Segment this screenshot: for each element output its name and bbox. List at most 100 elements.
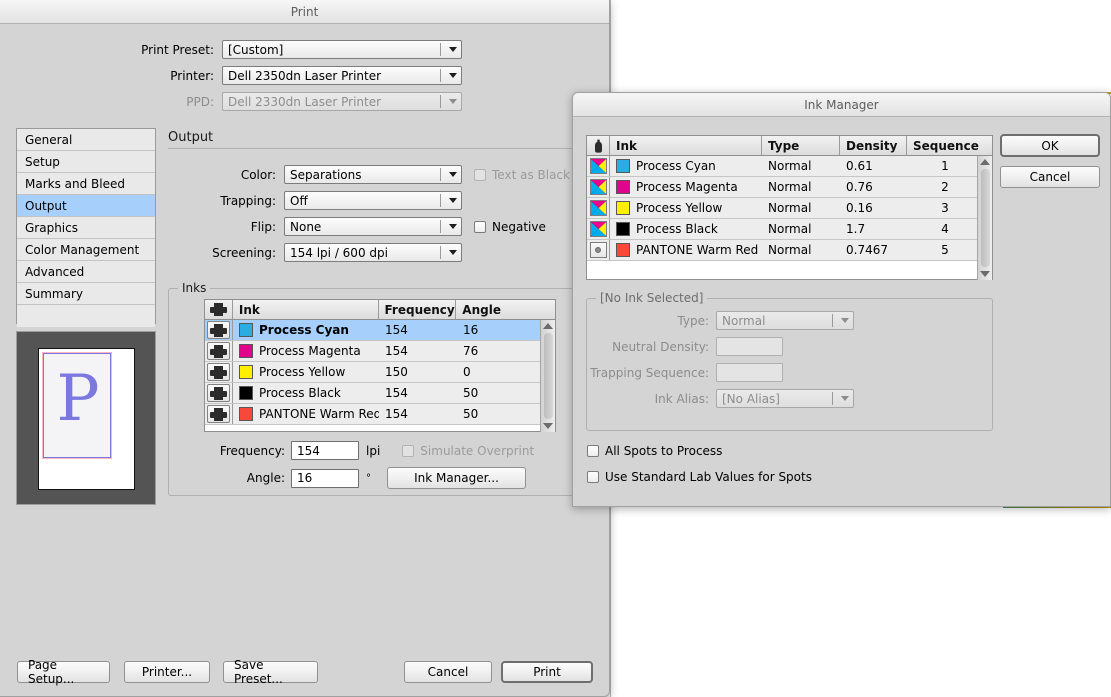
cancel-button[interactable]: Cancel <box>404 661 492 683</box>
table-row[interactable]: Process Magenta Normal 0.76 2 <box>587 177 992 198</box>
spot-ink-icon <box>589 242 607 258</box>
pane-item-color-management[interactable]: Color Management <box>17 239 155 261</box>
ink-swatch <box>616 222 630 236</box>
pane-item-output[interactable]: Output <box>17 195 155 217</box>
ink-type-cell[interactable] <box>587 198 610 218</box>
frequency-input[interactable]: 154 <box>291 441 359 460</box>
save-preset-button[interactable]: Save Preset... <box>223 658 318 686</box>
process-ink-icon <box>589 158 607 174</box>
ink-swatch <box>239 323 253 337</box>
checkbox-box[interactable] <box>587 471 599 483</box>
header-density: Density <box>840 136 907 155</box>
print-button[interactable]: Print <box>501 661 593 683</box>
ink-density: 0.16 <box>846 201 873 215</box>
ink-swatch <box>239 365 253 379</box>
cancel-button[interactable]: Cancel <box>1000 166 1100 188</box>
ink-name: Process Magenta <box>259 344 361 358</box>
screening-value: 154 lpi / 600 dpi <box>290 245 388 260</box>
printer-button-label: Printer... <box>141 665 193 679</box>
page-setup-button[interactable]: Page Setup... <box>17 658 110 686</box>
checkbox-box[interactable] <box>587 445 599 457</box>
table-row[interactable]: Process Yellow 150 0 <box>205 362 555 383</box>
screening-combo[interactable]: 154 lpi / 600 dpi <box>284 243 462 262</box>
print-toggle-cell[interactable] <box>205 341 233 361</box>
checkbox-box[interactable] <box>474 220 486 233</box>
printer-button[interactable]: Printer... <box>124 661 210 683</box>
inks-table-scrollbar[interactable] <box>540 320 555 432</box>
table-row[interactable]: Process Black Normal 1.7 4 <box>587 219 992 240</box>
ink-type: Normal <box>768 243 812 257</box>
print-toggle-cell[interactable] <box>205 362 233 382</box>
print-dialog-title: Print <box>290 4 319 19</box>
scrollbar-track[interactable] <box>544 333 553 419</box>
ink-type-cell[interactable] <box>587 177 610 197</box>
settings-pane-list[interactable]: General Setup Marks and Bleed Output Gra… <box>16 128 156 327</box>
print-toggle-cell[interactable] <box>205 404 233 424</box>
negative-checkbox[interactable]: Negative <box>474 220 546 234</box>
flip-value: None <box>290 219 322 234</box>
header-ink-type-icon <box>587 136 610 155</box>
angle-label: Angle: <box>246 471 285 485</box>
print-preset-combo[interactable]: [Custom] <box>222 40 462 59</box>
printer-icon[interactable] <box>207 342 230 360</box>
header-ink: Ink <box>610 136 762 155</box>
angle-input[interactable]: 16 <box>291 468 359 488</box>
table-row[interactable]: Process Cyan Normal 0.61 1 <box>587 156 992 177</box>
header-angle: Angle <box>462 302 501 317</box>
table-row[interactable]: PANTONE Warm Red C 154 50 <box>205 404 555 425</box>
pane-label: Graphics <box>25 220 78 235</box>
header-type: Type <box>762 136 840 155</box>
ink-manager-button[interactable]: Ink Manager... <box>387 467 526 489</box>
print-toggle-cell[interactable] <box>205 383 233 403</box>
ink-detail-group-title: [No Ink Selected] <box>596 291 708 305</box>
all-spots-to-process-checkbox[interactable]: All Spots to Process <box>587 444 722 458</box>
pane-item-graphics[interactable]: Graphics <box>17 217 155 239</box>
ink-type-cell[interactable] <box>587 219 610 239</box>
flip-combo[interactable]: None <box>284 217 462 236</box>
pane-item-summary[interactable]: Summary <box>17 283 155 305</box>
table-row[interactable]: Process Cyan 154 16 <box>205 320 555 341</box>
ink-sequence: 3 <box>941 201 949 215</box>
table-row[interactable]: PANTONE Warm Red C Normal 0.7467 5 <box>587 240 992 261</box>
printer-icon[interactable] <box>207 384 230 402</box>
trapping-combo[interactable]: Off <box>284 191 462 210</box>
pane-item-advanced[interactable]: Advanced <box>17 261 155 283</box>
table-row[interactable]: Process Black 154 50 <box>205 383 555 404</box>
scroll-down-arrow-icon[interactable] <box>543 423 553 429</box>
ink-type-cell[interactable] <box>587 156 610 176</box>
text-as-black-checkbox: Text as Black <box>474 168 570 182</box>
preview-glyph: P <box>56 361 100 436</box>
printer-combo[interactable]: Dell 2350dn Laser Printer <box>222 66 462 85</box>
printer-icon[interactable] <box>207 405 230 423</box>
ink-manager-table[interactable]: Ink Type Density Sequence Process Cyan N… <box>586 135 993 280</box>
print-toggle-cell[interactable] <box>205 320 233 340</box>
inks-table[interactable]: Ink Frequency Angle Process Cyan 154 16 … <box>204 299 556 432</box>
printer-icon[interactable] <box>207 363 230 381</box>
pane-item-general[interactable]: General <box>17 129 155 151</box>
ink-name: Process Magenta <box>636 180 738 194</box>
table-row[interactable]: Process Magenta 154 76 <box>205 341 555 362</box>
print-dialog: Print Print Preset: [Custom] Printer: De… <box>0 0 610 697</box>
ink-name: Process Cyan <box>636 159 716 173</box>
pane-item-setup[interactable]: Setup <box>17 151 155 173</box>
trapping-sequence-label: Trapping Sequence: <box>590 365 709 380</box>
scroll-down-arrow-icon[interactable] <box>980 271 990 277</box>
scrollbar-track[interactable] <box>981 169 990 267</box>
table-row[interactable]: Process Yellow Normal 0.16 3 <box>587 198 992 219</box>
ink-manager-scrollbar[interactable] <box>977 156 992 280</box>
ok-button[interactable]: OK <box>1000 134 1100 157</box>
ppd-label: PPD: <box>186 94 214 109</box>
scroll-up-arrow-icon[interactable] <box>543 323 553 329</box>
ink-manager-button-label: Ink Manager... <box>414 471 499 485</box>
chevron-down-icon <box>445 198 461 203</box>
standard-lab-values-checkbox[interactable]: Use Standard Lab Values for Spots <box>587 470 812 484</box>
ppd-combo: Dell 2330dn Laser Printer <box>222 92 462 111</box>
printer-icon[interactable] <box>207 321 230 339</box>
color-combo[interactable]: Separations <box>284 165 462 184</box>
frequency-value: 154 <box>297 443 320 458</box>
trapping-value: Off <box>290 193 308 208</box>
scroll-up-arrow-icon[interactable] <box>980 159 990 165</box>
ink-angle: 0 <box>463 365 471 379</box>
ink-type-cell[interactable] <box>587 240 610 260</box>
pane-item-marks-and-bleed[interactable]: Marks and Bleed <box>17 173 155 195</box>
